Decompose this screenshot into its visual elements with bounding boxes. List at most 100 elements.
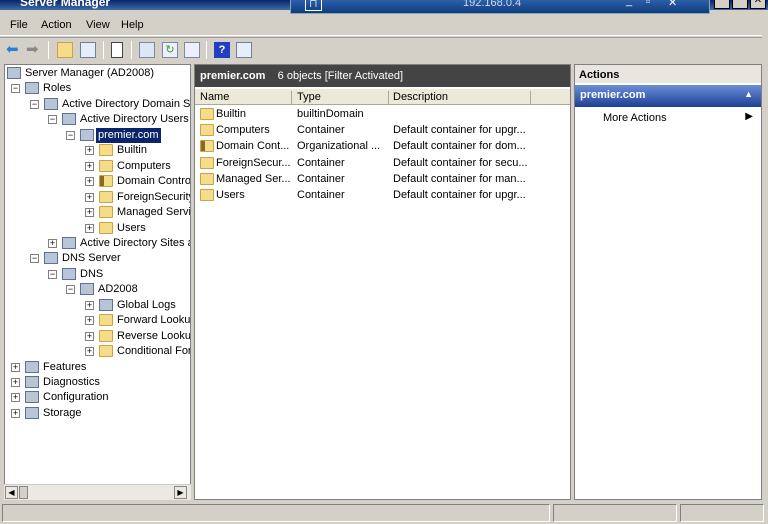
tree-item[interactable]: − Active Directory Domain Se (5, 97, 190, 112)
ou-folder-icon (200, 140, 214, 153)
console-tree: Server Manager (AD2008) − Roles − Active Dir… (4, 64, 191, 500)
menu-view[interactable]: View (86, 19, 110, 31)
tree-item[interactable]: + Managed Servic (5, 205, 190, 220)
tree-item[interactable]: − DNS (5, 267, 190, 282)
column-description[interactable]: Description (393, 91, 531, 104)
expand-icon[interactable]: + (85, 331, 94, 341)
tree-item[interactable]: − AD2008 (5, 282, 190, 297)
logs-icon (99, 298, 113, 311)
expand-icon[interactable]: + (85, 208, 94, 218)
tree-item[interactable]: Server Manager (AD2008) (5, 66, 190, 81)
column-name[interactable]: Name (200, 91, 292, 104)
collapse-icon[interactable]: ▲ (744, 89, 753, 99)
expand-icon[interactable]: + (85, 192, 94, 202)
tree-item[interactable]: + Computers (5, 159, 190, 174)
item-type: Container (297, 189, 345, 201)
tree-item[interactable]: + Builtin (5, 143, 190, 158)
collapse-icon[interactable]: − (66, 130, 75, 140)
help-icon[interactable]: ? (214, 42, 230, 58)
list-item[interactable]: Users Container Default container for up… (195, 187, 565, 203)
tree-item-label: AD2008 (98, 283, 138, 296)
properties-icon[interactable] (139, 42, 155, 58)
folder-icon (99, 314, 113, 327)
tree-horizontal-scrollbar[interactable]: ◀ ▶ (4, 484, 191, 500)
item-type: Container (297, 124, 345, 137)
expand-icon[interactable]: + (11, 378, 20, 387)
list-item[interactable]: ForeignSecur... Container Default contai… (195, 155, 565, 171)
column-type[interactable]: Type (297, 91, 389, 104)
tree-item[interactable]: + Features (5, 360, 190, 375)
collapse-icon[interactable]: − (30, 254, 39, 264)
scroll-thumb[interactable] (19, 486, 28, 499)
tree-item[interactable]: + Users (5, 221, 190, 236)
tree-item[interactable]: + Domain Control (5, 174, 190, 189)
remote-host: 192.168.0.4 (463, 0, 522, 9)
folder-icon (200, 124, 214, 137)
tree-item[interactable]: + ForeignSecurity (5, 190, 190, 205)
tree-item[interactable]: + Conditional For (5, 344, 190, 359)
tree-item[interactable]: + Diagnostics (5, 375, 190, 390)
collapse-icon[interactable]: − (66, 285, 75, 295)
collapse-icon[interactable]: − (11, 84, 20, 94)
menu-file[interactable]: File (10, 19, 28, 31)
pin-icon[interactable]: ⊓ (305, 0, 322, 11)
list-item[interactable]: Managed Ser... Container Default contain… (195, 171, 565, 187)
tree-item[interactable]: − DNS Server (5, 251, 190, 266)
close-button[interactable]: ✕ (750, 0, 766, 9)
minimize-button[interactable] (714, 0, 730, 9)
item-description: Default container for upgr... (393, 124, 526, 137)
folder-icon (99, 206, 113, 219)
collapse-icon[interactable]: − (48, 115, 57, 125)
list-item[interactable]: Domain Cont... Organizational ... Defaul… (195, 138, 565, 154)
item-type: Container (297, 156, 345, 169)
collapse-icon[interactable]: − (48, 269, 57, 279)
expand-icon[interactable]: + (48, 238, 57, 248)
tree-item[interactable]: − premier.com (5, 127, 190, 143)
forward-icon[interactable]: ➡ (26, 42, 42, 58)
tree-item[interactable]: + Storage (5, 406, 190, 421)
actions-section-premier[interactable]: premier.com ▲ (575, 85, 761, 107)
menu-help[interactable]: Help (121, 19, 144, 31)
menu-action[interactable]: Action (41, 19, 72, 31)
expand-icon[interactable]: + (85, 146, 94, 156)
tree-item[interactable]: + Forward Lookup (5, 313, 190, 328)
scroll-left-button[interactable]: ◀ (5, 486, 18, 499)
status-section (553, 504, 677, 522)
diagnostics-icon (25, 376, 39, 388)
more-actions-item[interactable]: More Actions ▶ (575, 111, 761, 127)
expand-icon[interactable]: + (11, 408, 20, 418)
collapse-icon[interactable]: − (30, 99, 39, 109)
item-name: Computers (216, 124, 270, 137)
tree-item[interactable]: − Active Directory Users (5, 112, 190, 127)
tree-item[interactable]: + Active Directory Sites a (5, 236, 190, 251)
refresh-icon[interactable]: ↻ (162, 42, 178, 58)
scroll-right-button[interactable]: ▶ (174, 486, 187, 499)
list-item[interactable]: Builtin builtinDomain (195, 106, 565, 122)
actions-section-title: premier.com (580, 89, 646, 101)
clipboard-icon[interactable] (111, 42, 123, 58)
expand-icon[interactable]: + (85, 177, 94, 187)
minimize-icon[interactable]: _ (626, 0, 632, 7)
expand-icon[interactable]: + (85, 300, 94, 310)
expand-icon[interactable]: + (11, 393, 20, 403)
list-item[interactable]: Computers Container Default container fo… (195, 122, 565, 138)
export-icon[interactable] (184, 42, 200, 58)
close-icon[interactable]: ✕ (668, 0, 677, 9)
tree-item[interactable]: + Configuration (5, 390, 190, 405)
tree-item[interactable]: − Roles (5, 81, 190, 96)
item-description: Default container for dom... (393, 140, 526, 153)
tree-item[interactable]: + Reverse Lookup (5, 329, 190, 344)
expand-icon[interactable]: + (85, 316, 94, 326)
expand-icon[interactable]: + (11, 362, 20, 372)
expand-icon[interactable]: + (85, 161, 94, 171)
show-hide-tree-icon[interactable] (80, 42, 96, 58)
show-hide-action-pane-icon[interactable] (236, 42, 252, 58)
maximize-button[interactable] (732, 0, 748, 9)
expand-icon[interactable]: + (85, 347, 94, 357)
restore-icon[interactable]: ▫ (646, 0, 650, 8)
item-type: Container (297, 172, 345, 185)
tree-item[interactable]: + Global Logs (5, 298, 190, 313)
back-icon[interactable]: ⬅ (6, 42, 22, 58)
expand-icon[interactable]: + (85, 223, 94, 233)
up-folder-icon[interactable] (57, 42, 73, 58)
